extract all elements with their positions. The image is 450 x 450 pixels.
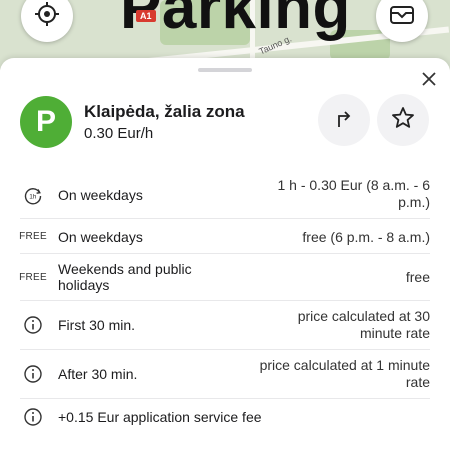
rate-label: On weekdays — [58, 187, 143, 203]
rate-value: 1 h - 0.30 Eur (8 a.m. - 6 p.m.) — [277, 177, 430, 210]
rate-list: 1h On weekdays 1 h - 0.30 Eur (8 a.m. - … — [19, 172, 430, 435]
parking-zone-badge: P — [20, 96, 72, 148]
rate-label: On weekdays — [58, 229, 143, 245]
locate-button[interactable] — [21, 0, 73, 42]
free-tag: FREE — [19, 230, 47, 242]
rate-label: Weekends and public holidays — [58, 261, 192, 293]
rate-row: First 30 min. price calculated at 30 min… — [20, 301, 430, 350]
rate-row: 1h On weekdays 1 h - 0.30 Eur (8 a.m. - … — [20, 172, 430, 219]
info-icon — [20, 363, 46, 385]
route-button[interactable] — [318, 94, 370, 146]
rate-row: FREE On weekdays free (6 p.m. - 8 a.m.) — [19, 219, 430, 254]
info-icon — [20, 314, 46, 336]
rate-value: price calculated at 1 minute rate — [259, 357, 430, 390]
zone-header: P Klaipėda, žalia zona 0.30 Eur/h — [20, 94, 434, 150]
rate-row: FREE Weekends and public holidays free — [19, 254, 430, 301]
rate-value: price calculated at 30 minute rate — [297, 308, 430, 341]
rate-label: +0.15 Eur application service fee — [58, 409, 262, 425]
wallet-icon — [389, 3, 415, 30]
close-icon — [421, 71, 437, 92]
info-icon — [20, 406, 46, 428]
close-button[interactable] — [418, 70, 440, 92]
clock-1h-icon: 1h — [20, 183, 46, 209]
free-tag: FREE — [19, 271, 47, 283]
zone-details-sheet: P Klaipėda, žalia zona 0.30 Eur/h 1h On … — [0, 58, 450, 450]
locate-crosshair-icon — [34, 1, 60, 32]
star-icon — [390, 105, 416, 136]
route-arrow-icon — [332, 106, 356, 135]
svg-text:1h: 1h — [29, 194, 37, 201]
zone-name: Klaipėda, žalia zona — [84, 102, 245, 121]
favorite-button[interactable] — [377, 94, 429, 146]
rate-row: +0.15 Eur application service fee — [20, 399, 430, 435]
zone-price: 0.30 Eur/h — [84, 125, 154, 142]
rate-row: After 30 min. price calculated at 1 minu… — [20, 350, 430, 399]
rate-value: free — [405, 269, 430, 285]
road-badge: A1 — [136, 10, 156, 22]
sheet-grabber[interactable] — [198, 68, 252, 72]
rate-value: free (6 p.m. - 8 a.m.) — [302, 229, 430, 245]
rate-label: First 30 min. — [58, 317, 136, 333]
rate-label: After 30 min. — [58, 366, 138, 382]
